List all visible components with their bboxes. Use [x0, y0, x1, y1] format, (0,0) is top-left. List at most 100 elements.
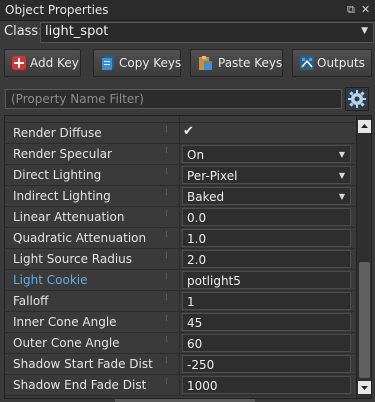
add-key-button[interactable]: Add Key	[4, 49, 81, 77]
key-marker-icon: ⁞	[165, 377, 168, 387]
property-row-quadratic-attenuation[interactable]: Quadratic Attenuation ⁞ 1.0	[5, 228, 355, 249]
key-marker-icon: ⁞	[165, 230, 168, 240]
key-marker-icon: ⁞	[165, 167, 168, 177]
chevron-down-icon: ▼	[361, 26, 368, 36]
property-row-indirect-lighting[interactable]: Indirect Lighting ⁞ Baked ▼	[5, 186, 355, 207]
chevron-down-icon: ▼	[338, 171, 345, 180]
vertical-scrollbar[interactable]	[356, 116, 371, 398]
field-shadow-end-fade-dist[interactable]: 1000	[182, 376, 351, 394]
property-value: 2.0	[187, 253, 207, 267]
property-name: Falloff	[13, 294, 49, 308]
property-value: 1	[187, 295, 195, 309]
key-marker-icon: ⁞	[165, 125, 168, 135]
property-row-falloff[interactable]: Falloff ⁞ 1	[5, 291, 355, 312]
scrollbar-thumb[interactable]	[359, 262, 370, 378]
property-name: Outer Cone Angle	[13, 336, 120, 350]
property-filter-input[interactable]	[6, 90, 341, 108]
field-inner-cone-angle[interactable]: 45	[182, 313, 351, 331]
field-quadratic-attenuation[interactable]: 1.0	[182, 229, 351, 247]
property-row-light-cookie[interactable]: Light Cookie ⁞ potlight5	[5, 270, 355, 291]
property-value: On	[187, 148, 205, 162]
field-shadow-start-fade-dist[interactable]: -250	[182, 355, 351, 373]
key-marker-icon: ⁞	[165, 314, 168, 324]
class-value: light_spot	[45, 24, 109, 39]
chevron-down-icon: ▼	[338, 192, 345, 201]
paste-keys-button[interactable]: Paste Keys	[190, 49, 283, 77]
scroll-down-button[interactable]	[358, 381, 371, 394]
property-value: 60	[187, 337, 203, 351]
property-row-shadow-start-fade-dist[interactable]: Shadow Start Fade Dist ⁞ -250	[5, 354, 355, 375]
property-name: Linear Attenuation	[13, 210, 125, 224]
field-outer-cone-angle[interactable]: 60	[182, 334, 351, 352]
class-dropdown[interactable]: light_spot ▼	[40, 22, 374, 43]
property-grid: Render Diffuse ⁞ ✔ Render Specular ⁞ On …	[4, 115, 372, 399]
property-value: 45	[187, 316, 203, 330]
key-marker-icon: ⁞	[165, 188, 168, 198]
checkmark-icon: ✔	[183, 124, 194, 139]
field-light-cookie[interactable]: potlight5	[182, 271, 351, 289]
outputs-label: Outputs	[317, 56, 365, 70]
key-marker-icon: ⁞	[165, 293, 168, 303]
property-name: Shadow Start Fade Dist	[13, 357, 153, 371]
dropdown-indirect-lighting[interactable]: Baked ▼	[182, 187, 351, 205]
property-value: Per-Pixel	[187, 169, 238, 183]
property-value: 1.0	[187, 232, 207, 246]
property-name: Inner Cone Angle	[13, 315, 117, 329]
property-row-render-specular[interactable]: Render Specular ⁞ On ▼	[5, 144, 355, 165]
copy-keys-button[interactable]: Copy Keys	[93, 49, 181, 77]
class-label: Class:	[4, 24, 43, 39]
plus-icon	[12, 56, 26, 70]
checkbox-render-diffuse[interactable]: ✔	[183, 124, 197, 140]
copy-keys-label: Copy Keys	[119, 56, 182, 70]
property-row-shadow-end-fade-dist[interactable]: Shadow End Fade Dist ⁞ 1000	[5, 375, 355, 396]
title-bar: Object Properties ⧉ ✕	[0, 0, 375, 21]
property-value: 1000	[187, 379, 218, 393]
property-value: -250	[187, 358, 215, 372]
field-falloff[interactable]: 1	[182, 292, 351, 310]
class-selector-row: Class: light_spot ▼	[0, 21, 375, 43]
property-value: Baked	[187, 190, 225, 204]
add-key-label: Add Key	[30, 56, 79, 70]
property-name: Indirect Lighting	[13, 189, 111, 203]
property-value: 0.0	[187, 211, 207, 225]
key-marker-icon: ⁞	[165, 335, 168, 345]
paste-icon	[199, 56, 212, 70]
filter-options-button[interactable]	[345, 87, 369, 111]
caret-up-icon	[361, 124, 368, 128]
property-name-link[interactable]: Light Cookie	[13, 273, 88, 287]
property-name: Light Source Radius	[13, 252, 133, 266]
close-window-icon[interactable]: ✕	[361, 3, 370, 16]
property-name: Render Specular	[13, 147, 112, 161]
property-row-inner-cone-angle[interactable]: Inner Cone Angle ⁞ 45	[5, 312, 355, 333]
partial-row	[5, 116, 355, 123]
copy-icon	[102, 56, 114, 70]
outputs-icon	[300, 56, 314, 70]
outputs-button[interactable]: Outputs	[292, 49, 372, 77]
property-name: Shadow End Fade Dist	[13, 378, 147, 392]
property-name: Quadratic Attenuation	[13, 231, 147, 245]
float-window-icon[interactable]: ⧉	[347, 3, 355, 17]
property-row-direct-lighting[interactable]: Direct Lighting ⁞ Per-Pixel ▼	[5, 165, 355, 186]
chevron-down-icon: ▼	[338, 150, 345, 159]
field-linear-attenuation[interactable]: 0.0	[182, 208, 351, 226]
property-row-render-diffuse[interactable]: Render Diffuse ⁞ ✔	[5, 123, 355, 144]
property-name: Render Diffuse	[13, 126, 102, 140]
property-filter-box	[5, 89, 342, 109]
key-marker-icon: ⁞	[165, 356, 168, 366]
property-value: potlight5	[187, 274, 241, 288]
dropdown-direct-lighting[interactable]: Per-Pixel ▼	[182, 166, 351, 184]
field-light-source-radius[interactable]: 2.0	[182, 250, 351, 268]
scroll-up-button[interactable]	[358, 120, 371, 133]
caret-down-icon	[361, 386, 368, 390]
key-marker-icon: ⁞	[165, 272, 168, 282]
property-row-light-source-radius[interactable]: Light Source Radius ⁞ 2.0	[5, 249, 355, 270]
property-name: Direct Lighting	[13, 168, 102, 182]
property-row-outer-cone-angle[interactable]: Outer Cone Angle ⁞ 60	[5, 333, 355, 354]
paste-keys-label: Paste Keys	[218, 56, 283, 70]
dropdown-render-specular[interactable]: On ▼	[182, 145, 351, 163]
key-marker-icon: ⁞	[165, 146, 168, 156]
key-marker-icon: ⁞	[165, 251, 168, 261]
toolbar: Add Key Copy Keys Paste Keys Outputs	[0, 49, 375, 79]
property-row-linear-attenuation[interactable]: Linear Attenuation ⁞ 0.0	[5, 207, 355, 228]
window-title: Object Properties	[5, 3, 109, 17]
